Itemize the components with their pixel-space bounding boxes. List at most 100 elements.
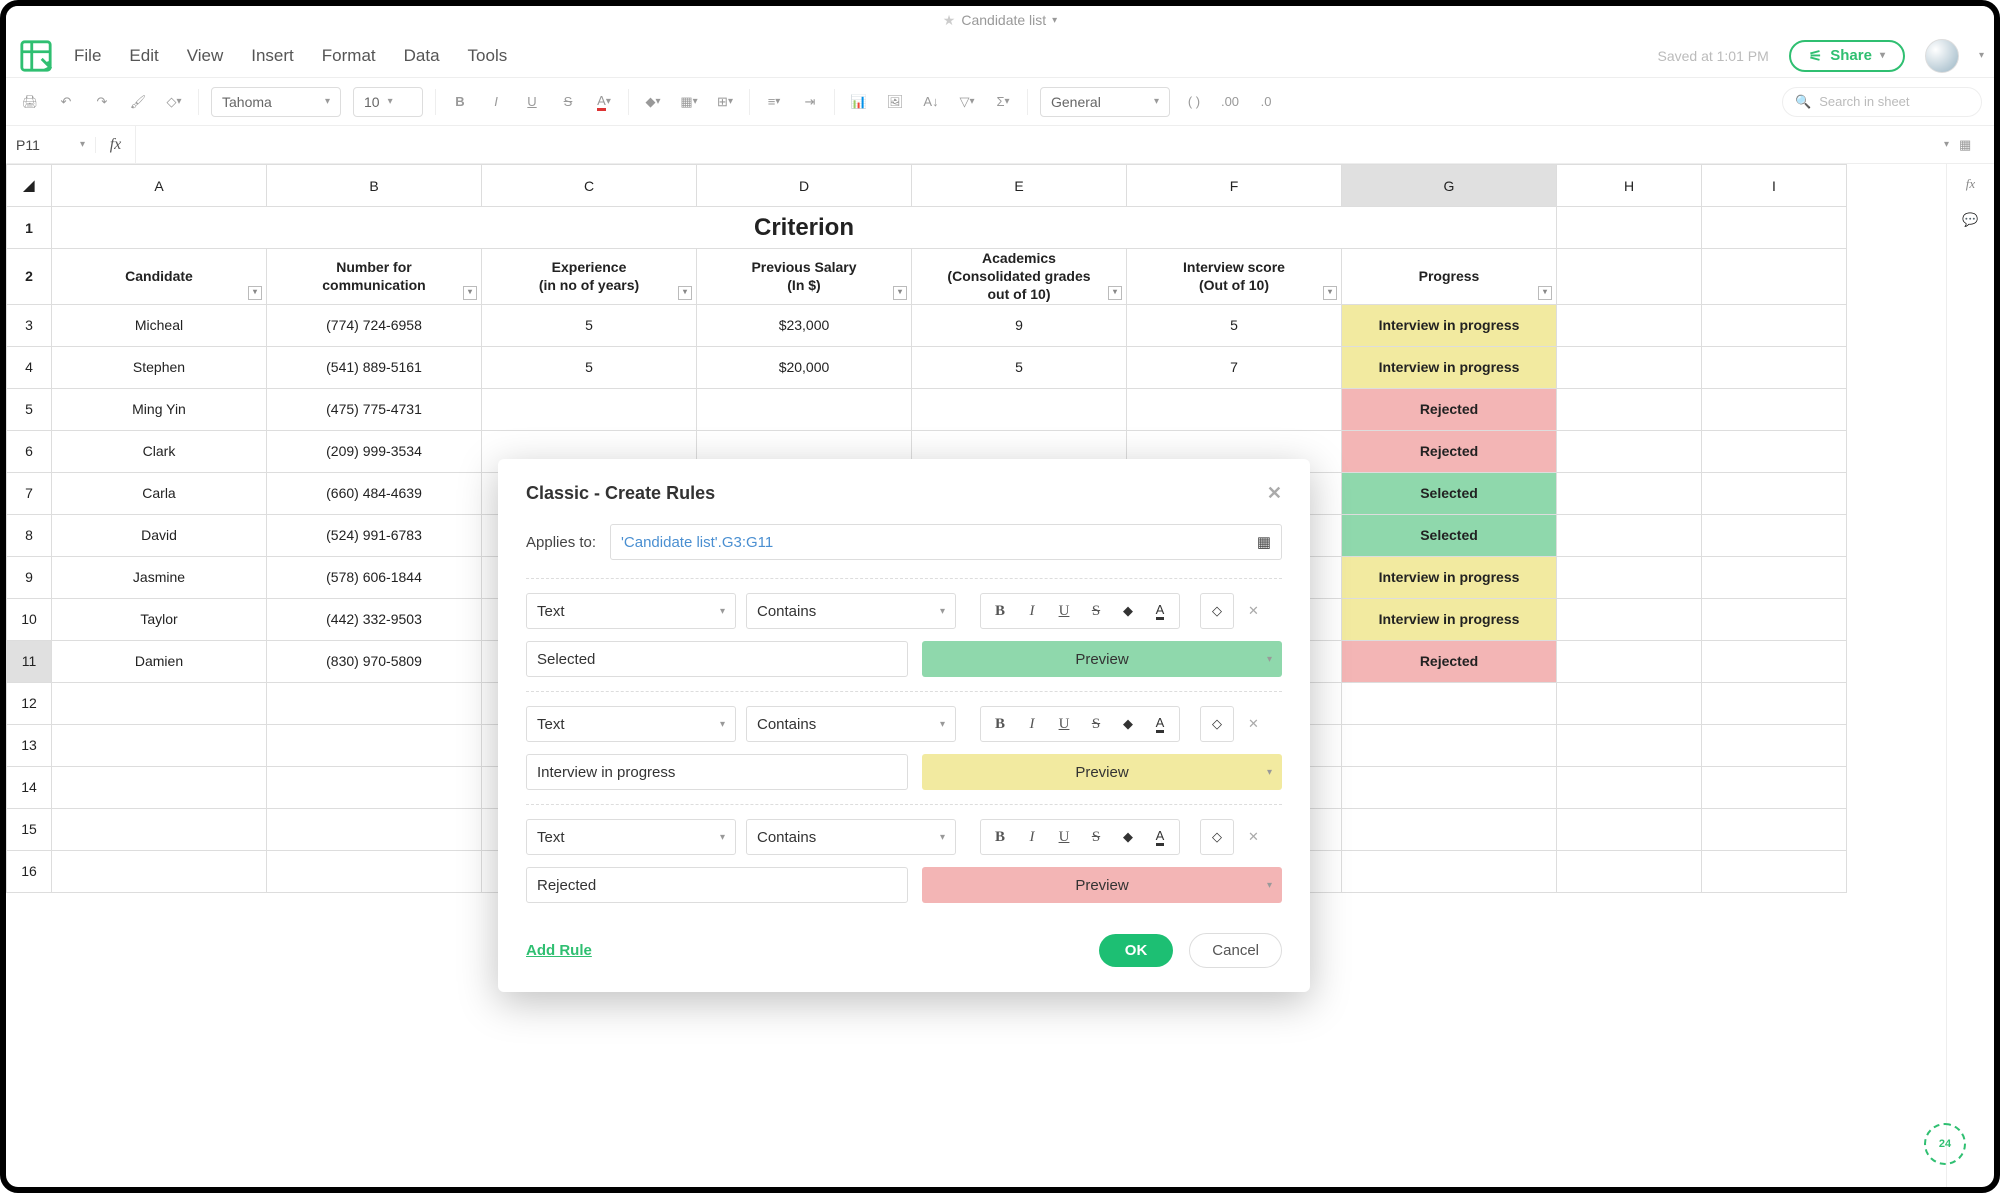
cell[interactable]: (541) 889-5161 — [267, 346, 482, 388]
fill-color-icon[interactable]: ◆ — [1113, 716, 1143, 732]
cell[interactable]: 5 — [482, 304, 697, 346]
decimal-dec-icon[interactable]: .0 — [1254, 89, 1278, 115]
italic-icon[interactable]: I — [1017, 710, 1047, 738]
underline-icon[interactable]: U — [520, 89, 544, 115]
help-bulb[interactable]: 24 — [1924, 1123, 1966, 1165]
row-header[interactable]: 7 — [7, 472, 52, 514]
filter-icon[interactable]: ▾ — [893, 286, 907, 300]
cancel-button[interactable]: Cancel — [1189, 933, 1282, 968]
row-header[interactable]: 2 — [7, 249, 52, 305]
fx-icon[interactable]: fx — [96, 126, 136, 163]
header-experience[interactable]: Experience (in no of years)▾ — [482, 249, 697, 305]
cell[interactable]: 5 — [1127, 304, 1342, 346]
row-header[interactable]: 9 — [7, 556, 52, 598]
fx-panel-icon[interactable]: fx — [1966, 176, 1975, 192]
text-color-icon[interactable]: A — [1145, 715, 1175, 733]
col-header[interactable]: G — [1342, 165, 1557, 207]
cell[interactable]: Stephen — [52, 346, 267, 388]
menu-tools[interactable]: Tools — [468, 46, 508, 66]
header-interview[interactable]: Interview score (Out of 10)▾ — [1127, 249, 1342, 305]
remove-rule-icon[interactable]: ✕ — [1248, 829, 1259, 845]
header-progress[interactable]: Progress▾ — [1342, 249, 1557, 305]
progress-cell[interactable]: Rejected — [1342, 388, 1557, 430]
row-header[interactable]: 14 — [7, 766, 52, 808]
rule-preview[interactable]: Preview▾ — [922, 867, 1282, 903]
redo-icon[interactable]: ↷ — [90, 89, 114, 115]
bold-icon[interactable]: B — [985, 710, 1015, 738]
text-color-icon[interactable]: A▾ — [592, 89, 616, 115]
cell[interactable] — [697, 388, 912, 430]
comment-panel-icon[interactable]: 💬 — [1962, 212, 1978, 228]
underline-icon[interactable]: U — [1049, 710, 1079, 738]
rule-condition-select[interactable]: Contains▾ — [746, 593, 956, 629]
row-header[interactable]: 1 — [7, 207, 52, 249]
row-header[interactable]: 8 — [7, 514, 52, 556]
rule-value-input[interactable]: Rejected — [526, 867, 908, 903]
font-size-select[interactable]: 10▾ — [353, 87, 423, 117]
paren-icon[interactable]: ( ) — [1182, 89, 1206, 115]
filter-icon[interactable]: ▾ — [1323, 286, 1337, 300]
menu-edit[interactable]: Edit — [129, 46, 158, 66]
cell[interactable]: (475) 775-4731 — [267, 388, 482, 430]
remove-rule-icon[interactable]: ✕ — [1248, 716, 1259, 732]
clear-format-icon[interactable]: ◇ — [1200, 819, 1234, 855]
wrap-icon[interactable]: ⇥ — [798, 89, 822, 115]
row-header[interactable]: 3 — [7, 304, 52, 346]
bold-icon[interactable]: B — [985, 597, 1015, 625]
cell[interactable]: (524) 991-6783 — [267, 514, 482, 556]
progress-cell[interactable]: Interview in progress — [1342, 346, 1557, 388]
row-header[interactable]: 11 — [7, 640, 52, 682]
row-header[interactable]: 10 — [7, 598, 52, 640]
header-salary[interactable]: Previous Salary (In $)▾ — [697, 249, 912, 305]
share-button[interactable]: ⚟ Share ▾ — [1789, 40, 1905, 72]
menu-insert[interactable]: Insert — [251, 46, 294, 66]
filter-icon[interactable]: ▾ — [1108, 286, 1122, 300]
col-header[interactable]: D — [697, 165, 912, 207]
chart-icon[interactable]: 📊 — [847, 89, 871, 115]
row-header[interactable]: 13 — [7, 724, 52, 766]
avatar[interactable] — [1925, 39, 1959, 73]
cell[interactable]: Ming Yin — [52, 388, 267, 430]
cell[interactable]: (442) 332-9503 — [267, 598, 482, 640]
row-header[interactable]: 15 — [7, 808, 52, 850]
filter-icon[interactable]: ▽▾ — [955, 89, 979, 115]
col-header[interactable]: A — [52, 165, 267, 207]
decimal-inc-icon[interactable]: .00 — [1218, 89, 1242, 115]
col-header[interactable]: B — [267, 165, 482, 207]
paint-format-icon[interactable]: 🖌 — [126, 89, 150, 115]
menu-data[interactable]: Data — [404, 46, 440, 66]
text-color-icon[interactable]: A — [1145, 602, 1175, 620]
progress-cell[interactable]: Rejected — [1342, 430, 1557, 472]
filter-icon[interactable]: ▾ — [463, 286, 477, 300]
col-header[interactable]: E — [912, 165, 1127, 207]
rule-type-select[interactable]: Text▾ — [526, 706, 736, 742]
cell[interactable] — [1127, 388, 1342, 430]
cell[interactable] — [482, 388, 697, 430]
rule-value-input[interactable]: Interview in progress — [526, 754, 908, 790]
underline-icon[interactable]: U — [1049, 823, 1079, 851]
header-candidate[interactable]: Candidate▾ — [52, 249, 267, 305]
menu-format[interactable]: Format — [322, 46, 376, 66]
row-header[interactable]: 5 — [7, 388, 52, 430]
cell[interactable]: Micheal — [52, 304, 267, 346]
cell[interactable]: Clark — [52, 430, 267, 472]
borders-icon[interactable]: ▦▾ — [677, 89, 701, 115]
col-header[interactable]: F — [1127, 165, 1342, 207]
rule-value-input[interactable]: Selected — [526, 641, 908, 677]
close-icon[interactable]: ✕ — [1267, 483, 1282, 504]
search-input[interactable]: 🔍 Search in sheet — [1782, 87, 1982, 117]
clear-format-icon[interactable]: ◇▾ — [162, 89, 186, 115]
rule-condition-select[interactable]: Contains▾ — [746, 706, 956, 742]
undo-icon[interactable]: ↶ — [54, 89, 78, 115]
row-header[interactable]: 12 — [7, 682, 52, 724]
header-number[interactable]: Number for communication▾ — [267, 249, 482, 305]
fill-color-icon[interactable]: ◆ — [1113, 603, 1143, 619]
clear-format-icon[interactable]: ◇ — [1200, 706, 1234, 742]
cell[interactable]: Damien — [52, 640, 267, 682]
strike-icon[interactable]: S — [1081, 823, 1111, 851]
document-title[interactable]: Candidate list — [961, 12, 1046, 28]
chevron-down-icon[interactable]: ▾ — [1944, 139, 1949, 150]
cell[interactable]: (774) 724-6958 — [267, 304, 482, 346]
filter-icon[interactable]: ▾ — [248, 286, 262, 300]
star-icon[interactable]: ★ — [943, 12, 956, 29]
